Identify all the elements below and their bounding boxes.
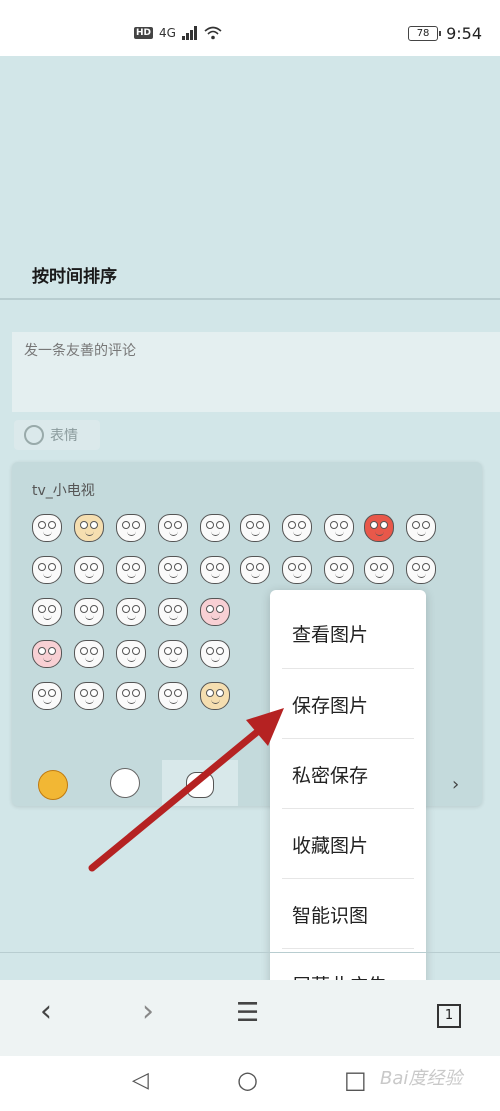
toolbar-menu-button[interactable]: ☰: [236, 998, 259, 1028]
nav-home-button[interactable]: ○: [237, 1066, 258, 1094]
nav-back-button[interactable]: ◁: [132, 1068, 149, 1093]
annotation-arrow: [88, 708, 284, 872]
toolbar-forward-button[interactable]: ›: [142, 994, 154, 1029]
toolbar-back-button[interactable]: ‹: [40, 994, 52, 1029]
divider: [0, 952, 500, 953]
watermark: Bai度经验: [380, 1068, 463, 1089]
toolbar-tabs-button[interactable]: 1: [437, 1004, 461, 1028]
nav-recents-button[interactable]: □: [344, 1066, 367, 1094]
